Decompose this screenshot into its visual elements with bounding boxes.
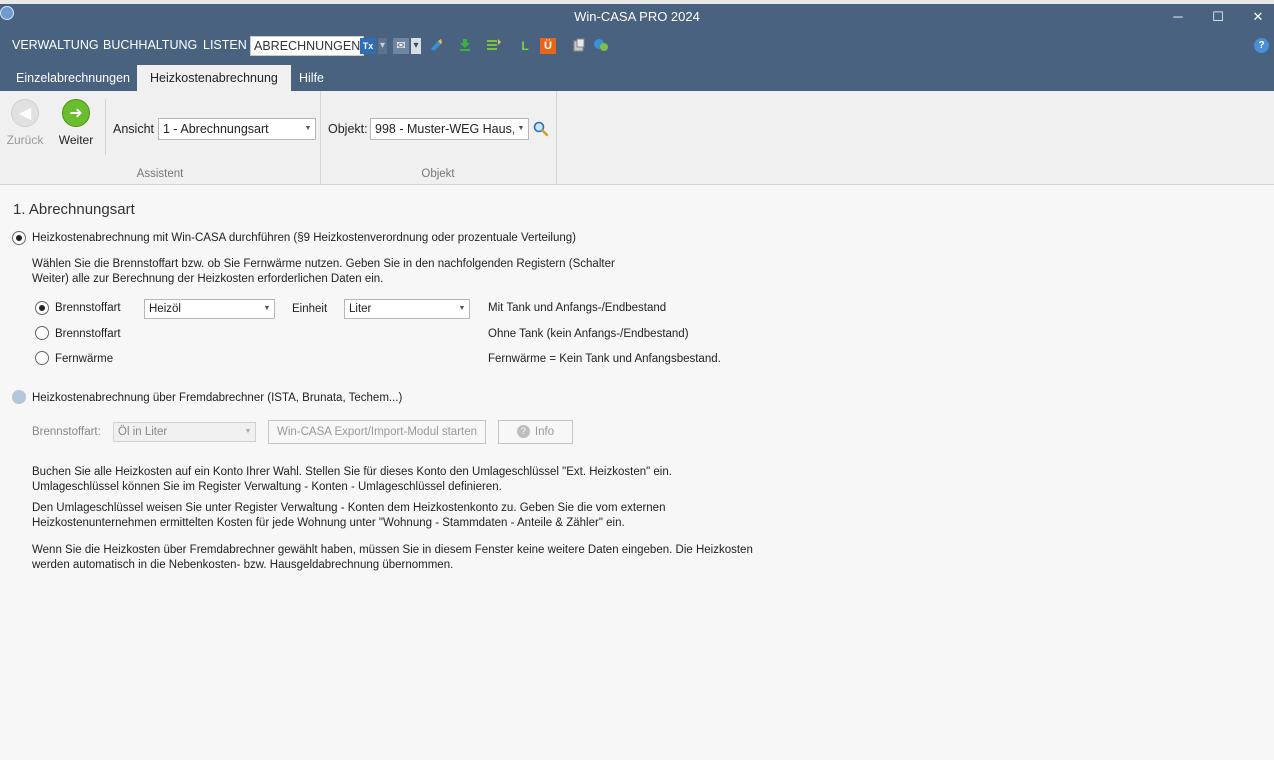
export-blue-icon[interactable] [428, 38, 444, 54]
info-paragraph-2: Den Umlageschlüssel weisen Sie unter Reg… [32, 502, 666, 529]
info-button[interactable]: ? Info [498, 420, 573, 444]
tab-einzelabrechnungen[interactable]: Einzelabrechnungen [3, 65, 143, 91]
group-label-assistent: Assistent [136, 168, 184, 180]
help-icon[interactable]: ? [1254, 38, 1269, 53]
chevron-down-icon: ▼ [260, 300, 274, 318]
objekt-label: Objekt: [328, 122, 368, 136]
window-title: Win-CASA PRO 2024 [574, 9, 700, 24]
radio-fernwaerme[interactable] [35, 351, 49, 365]
group-label-objekt: Objekt [421, 168, 455, 180]
minimize-button[interactable]: ─ [1158, 6, 1198, 28]
maximize-button[interactable]: ☐ [1198, 6, 1238, 28]
download-green-icon[interactable] [457, 38, 473, 54]
sub-option3-note: Fernwärme = Kein Tank und Anfangsbestand… [488, 353, 721, 365]
fremd-brennstoff-select[interactable]: Öl in Liter ▼ [113, 422, 256, 442]
brennstoff-select[interactable]: Heizöl ▼ [144, 299, 275, 319]
content-area: 1. Abrechnungsart Heizkostenabrechnung m… [0, 186, 1274, 760]
chevron-down-icon: ▼ [301, 119, 315, 139]
sub-option3-label: Fernwärme [55, 353, 114, 365]
menu-abrechnungen[interactable]: ABRECHNUNGEN [250, 36, 365, 56]
ribbon-inner-divider [105, 99, 106, 155]
sub-option2-label: Brennstoffart [55, 328, 121, 340]
mail-icon[interactable]: ✉ [393, 38, 409, 54]
u-icon[interactable]: Ü [540, 38, 556, 54]
sub-option1-label: Brennstoffart [55, 302, 121, 314]
option1-description: Wählen Sie die Brennstoffart bzw. ob Sie… [32, 258, 615, 285]
menu-buchhaltung[interactable]: BUCHHALTUNG [103, 38, 197, 52]
close-button[interactable]: ✕ [1238, 6, 1274, 28]
radio-brennstoffart-ohne-tank[interactable] [35, 326, 49, 340]
sub-option2-note: Ohne Tank (kein Anfangs-/Endbestand) [488, 328, 689, 340]
arrow-right-icon: ➜ [62, 99, 90, 127]
arrow-left-icon: ◀ [11, 99, 39, 127]
document-gray-icon[interactable] [571, 38, 587, 54]
tab-heizkostenabrechnung[interactable]: Heizkostenabrechnung [137, 65, 291, 91]
tab-bar: Einzelabrechnungen Heizkostenabrechnung … [0, 62, 1274, 91]
sub-option1-note: Mit Tank und Anfangs-/Endbestand [488, 302, 667, 314]
chevron-down-icon: ▼ [514, 119, 528, 139]
option1-label: Heizkostenabrechnung mit Win-CASA durchf… [32, 232, 576, 244]
question-circle-icon: ? [516, 425, 530, 439]
l-icon[interactable]: L [517, 38, 533, 54]
page-title: 1. Abrechnungsart [13, 201, 135, 218]
menu-bar: VERWALTUNG BUCHHALTUNG LISTEN ABRECHNUNG… [0, 30, 1274, 62]
export-import-button[interactable]: Win-CASA Export/Import-Modul starten [268, 420, 486, 444]
tab-hilfe[interactable]: Hilfe [286, 65, 337, 91]
menu-verwaltung[interactable]: VERWALTUNG [12, 38, 99, 52]
einheit-label: Einheit [292, 303, 328, 315]
radio-fremdabrechner[interactable] [12, 390, 26, 404]
fremd-brennstoff-label: Brennstoffart: [32, 426, 101, 438]
magnifier-icon[interactable] [533, 121, 549, 137]
tx-icon[interactable]: Tx [360, 38, 376, 54]
tx-dropdown-icon[interactable]: ▾ [378, 38, 387, 54]
list-green-icon[interactable] [486, 38, 502, 54]
option2-label: Heizkostenabrechnung über Fremdabrechner… [32, 392, 403, 404]
chevron-down-icon: ▼ [455, 300, 469, 318]
einheit-select[interactable]: Liter ▼ [344, 299, 470, 319]
mail-dropdown-icon[interactable]: ▾ [411, 38, 421, 54]
ansicht-select[interactable]: 1 - Abrechnungsart ▼ [158, 118, 316, 140]
menu-listen[interactable]: LISTEN [203, 38, 247, 52]
info-paragraph-1: Buchen Sie alle Heizkosten auf ein Konto… [32, 466, 672, 493]
radio-heizkosten-win-casa[interactable] [12, 231, 26, 245]
ribbon-group-divider [556, 91, 557, 185]
network-icon[interactable] [593, 38, 609, 54]
radio-brennstoffart-tank[interactable] [35, 301, 49, 315]
back-button[interactable]: ◀ Zurück [1, 99, 49, 147]
ribbon: ◀ Zurück ➜ Weiter Ansicht 1 - Abrechnung… [0, 91, 1274, 185]
ansicht-label: Ansicht [113, 122, 154, 136]
chevron-down-icon: ▼ [241, 423, 255, 441]
next-button[interactable]: ➜ Weiter [52, 99, 100, 147]
title-bar: Win-CASA PRO 2024 ─ ☐ ✕ [0, 4, 1274, 30]
info-paragraph-3: Wenn Sie die Heizkosten über Fremdabrech… [32, 544, 753, 571]
objekt-select[interactable]: 998 - Muster-WEG Haus, L ▼ [370, 118, 529, 140]
